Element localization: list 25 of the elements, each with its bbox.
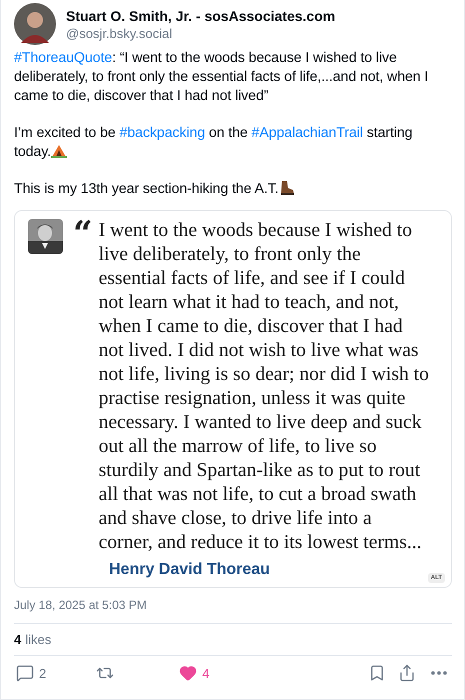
boot-icon <box>278 180 294 196</box>
hashtag-link[interactable]: #AppalachianTrail <box>252 125 363 141</box>
quote-attribution: Henry David Thoreau <box>109 561 270 579</box>
post-timestamp: July 18, 2025 at 5:03 PM <box>14 598 147 612</box>
likes-count: 4 <box>14 632 22 647</box>
share-icon <box>398 664 416 682</box>
author-handle[interactable]: @sosjr.bsky.social <box>66 26 336 40</box>
more-icon <box>431 671 448 675</box>
quote-image[interactable] <box>14 210 452 588</box>
like-icon <box>179 664 198 682</box>
likes-link[interactable]: 4 likes <box>14 632 452 647</box>
quote-mark: “ <box>73 217 93 256</box>
post-text: I’m excited to be #backpacking on the #AppalachianTrail starting today. <box>14 124 414 162</box>
like-button[interactable]: 4 <box>177 662 212 684</box>
avatar[interactable] <box>14 3 56 45</box>
post-text: #ThoreauQuote: “I went to the woods because I wished to live deliberately, to front only the essential facts of life,...and not, when I came to die, discover that I had not lived” <box>14 49 430 106</box>
hashtag-link[interactable]: #ThoreauQuote <box>14 50 112 66</box>
author-name[interactable]: Stuart O. Smith, Jr. - sosAssociates.com <box>66 8 336 24</box>
reply-button[interactable]: 2 <box>14 662 48 684</box>
tent-icon <box>51 144 67 158</box>
hashtag-link[interactable]: #backpacking <box>119 125 206 141</box>
quote-text: I went to the woods because I wished to live deliberately, to front only the essential facts of life, and see if I could not learn what it had to teach, and not, when I came to die, discover that I had not lived. I did not wish to live what was not life, living is so dear; nor did I wish to practise resignation, unless it was quite necessary. I wanted to live deep and suck out all the marrow of life, to live so sturdily and Spartan-like as to put to rout all that was not life, to cut a broad swath and shave close, to drive life into a corner, and reduce it to its lowest terms... <box>98 219 430 555</box>
likes-label: likes <box>25 632 52 647</box>
post-text: This is my 13th year section-hiking the A.T. <box>14 180 452 199</box>
reply-icon <box>16 664 34 682</box>
